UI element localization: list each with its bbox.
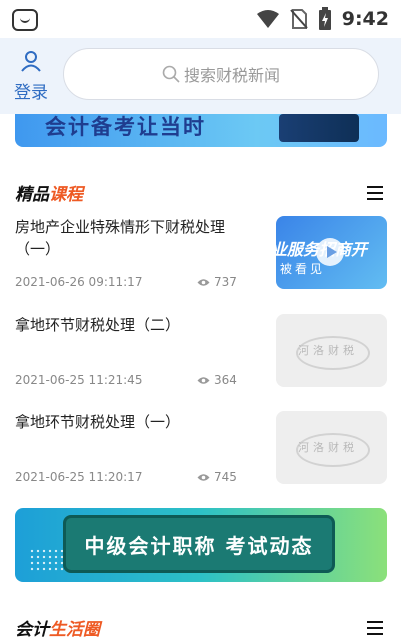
status-bar: 9:42 xyxy=(0,0,401,38)
app-icon xyxy=(12,9,38,31)
login-button[interactable]: 登录 xyxy=(12,50,50,103)
menu-icon[interactable] xyxy=(367,621,383,635)
status-time: 9:42 xyxy=(341,8,389,30)
course-date: 2021-06-25 11:20:17 xyxy=(15,470,143,484)
header: 登录 搜索财税新闻 xyxy=(0,38,401,114)
exam-news-banner[interactable]: 中级会计职称 考试动态 xyxy=(15,508,387,582)
dots-decoration xyxy=(29,548,63,572)
life-section-header: 会计生活圈 xyxy=(15,615,387,640)
course-thumbnail[interactable]: 河洛财税 xyxy=(276,411,387,484)
top-banner-text: 会计备考让当时 xyxy=(45,115,206,139)
section-title-part1: 精品 xyxy=(15,185,49,205)
banner-text: 中级会计职称 考试动态 xyxy=(84,533,314,558)
course-views: 737 xyxy=(197,275,237,289)
thumbnail-watermark: 河洛财税 xyxy=(298,441,358,454)
course-views: 745 xyxy=(197,470,237,484)
play-icon[interactable] xyxy=(316,238,344,266)
top-banner[interactable]: 会计备考让当时 xyxy=(15,114,387,147)
wifi-icon xyxy=(256,10,279,28)
menu-icon[interactable] xyxy=(367,186,383,200)
login-label: 登录 xyxy=(14,83,48,103)
no-sim-icon xyxy=(289,9,308,29)
search-placeholder: 搜索财税新闻 xyxy=(183,66,280,85)
section-title-part2: 生活圈 xyxy=(49,620,100,640)
course-item[interactable]: 房地产企业特殊情形下财税处理（一） 2021-06-26 09:11:17 73… xyxy=(15,216,387,291)
user-icon xyxy=(21,51,41,72)
section-title-part1: 会计 xyxy=(15,620,49,640)
thumbnail-subtext: 被看见 xyxy=(280,262,326,276)
eye-icon xyxy=(197,278,210,286)
course-date: 2021-06-26 09:11:17 xyxy=(15,275,143,289)
course-title: 拿地环节财税处理（二） xyxy=(15,316,181,334)
course-thumbnail[interactable]: 河洛财税 xyxy=(276,314,387,387)
course-thumbnail[interactable]: 业服务招商开 被看见 xyxy=(276,216,387,289)
books-illustration xyxy=(279,114,359,142)
course-item[interactable]: 拿地环节财税处理（一） 2021-06-25 11:20:17 745 河洛财税 xyxy=(15,411,387,486)
course-item[interactable]: 拿地环节财税处理（二） 2021-06-25 11:21:45 364 河洛财税 xyxy=(15,314,387,389)
course-views: 364 xyxy=(197,373,237,387)
search-icon xyxy=(162,65,180,83)
courses-section-header: 精品课程 xyxy=(15,180,387,208)
thumbnail-watermark: 河洛财税 xyxy=(298,344,358,357)
course-title: 房地产企业特殊情形下财税处理（一） xyxy=(15,218,226,258)
banner-panel: 中级会计职称 考试动态 xyxy=(63,515,335,573)
course-date: 2021-06-25 11:21:45 xyxy=(15,373,143,387)
eye-icon xyxy=(197,473,210,481)
eye-icon xyxy=(197,376,210,384)
battery-icon xyxy=(318,7,331,30)
course-title: 拿地环节财税处理（一） xyxy=(15,413,181,431)
status-icons: 9:42 xyxy=(256,7,389,31)
section-title-part2: 课程 xyxy=(49,185,83,205)
search-input[interactable]: 搜索财税新闻 xyxy=(63,48,379,100)
